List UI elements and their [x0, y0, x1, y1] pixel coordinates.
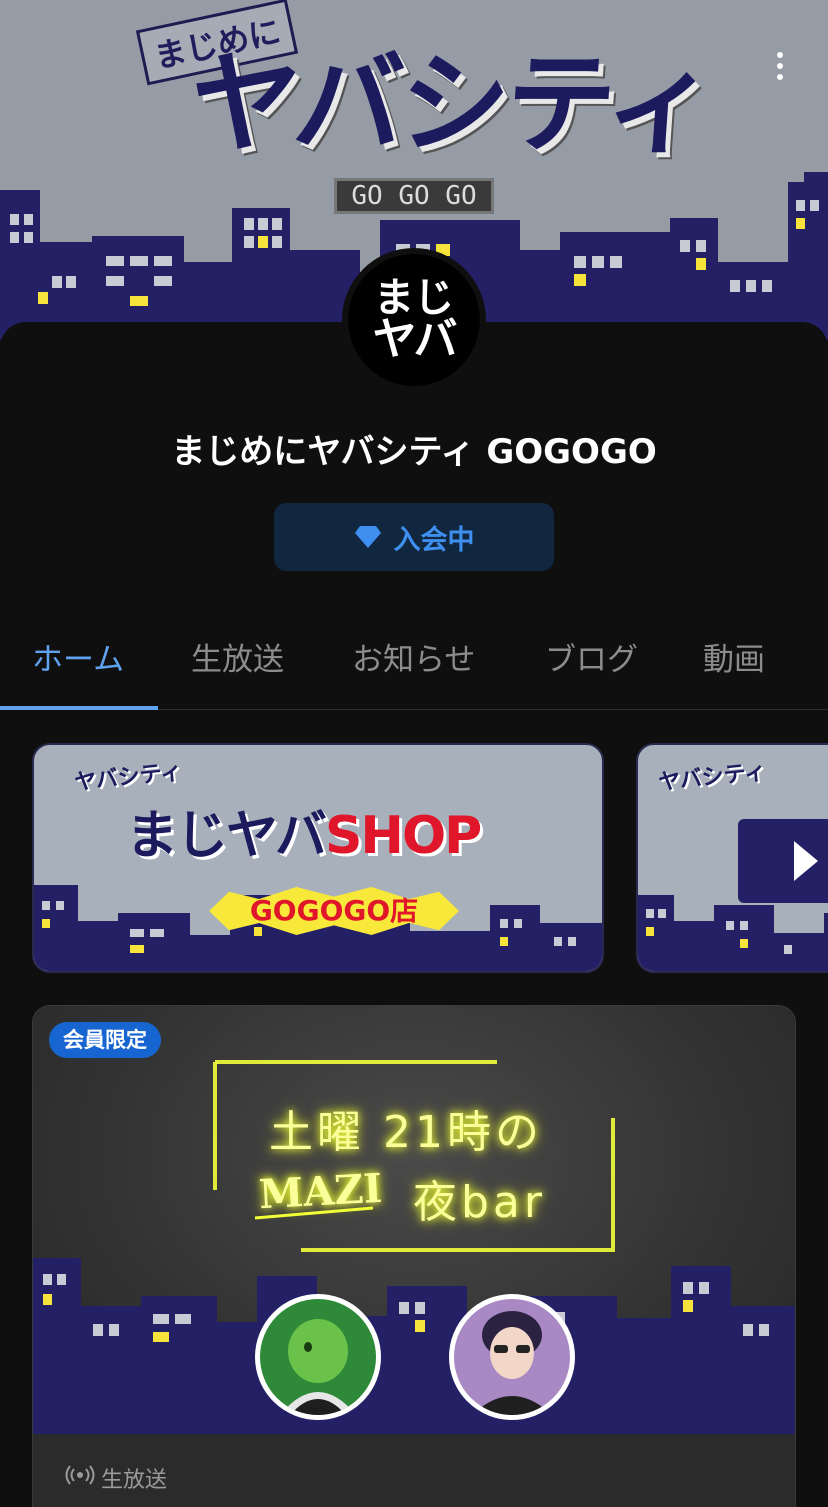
neon-title-line1: 土曜 21時の	[269, 1107, 543, 1158]
avatar-line2: ヤバ	[372, 314, 457, 365]
member-status-button[interactable]: 入会中	[274, 503, 554, 571]
host-avatar-green	[255, 1294, 381, 1420]
tab-home[interactable]: ホーム	[32, 634, 124, 679]
host-avatar-purple	[449, 1294, 575, 1420]
live-thumbnail: 会員限定 土曜 21時の MAZI 夜bar	[33, 1006, 795, 1434]
channel-title: まじめにヤバシティ GOGOGO	[171, 432, 657, 472]
avatar-logo: まじ ヤバ	[348, 254, 480, 386]
member-button-label: 入会中	[393, 524, 475, 556]
more-dot	[777, 74, 783, 80]
diamond-icon	[354, 526, 381, 548]
header-logo-main: ヤバシティ	[185, 40, 716, 168]
broadcast-icon	[65, 1465, 95, 1485]
more-vert-icon[interactable]	[766, 46, 794, 86]
neon-title-mazi: MAZI	[257, 1164, 384, 1219]
video-banner[interactable]: ヤバシティ	[636, 743, 828, 973]
shop-title-main: まじヤバ	[126, 806, 327, 866]
shop-banner[interactable]: ヤバシティ まじヤバSHOP GOGOGO店	[32, 743, 604, 973]
more-dot	[777, 63, 783, 69]
header-logo-sub: GO GO GO	[334, 178, 494, 214]
members-only-badge: 会員限定	[49, 1022, 161, 1058]
channel-tabs: ホーム 生放送 お知らせ ブログ 動画	[0, 612, 828, 710]
neon-title-line2: 夜bar	[413, 1177, 546, 1228]
live-status-label: 生放送	[101, 1468, 168, 1493]
tab-live[interactable]: 生放送	[191, 634, 284, 679]
live-card[interactable]: 会員限定 土曜 21時の MAZI 夜bar 生放送	[32, 1005, 796, 1507]
live-card-footer: 生放送	[33, 1434, 795, 1507]
shop-title: まじヤバSHOP	[126, 793, 482, 868]
channel-avatar: まじ ヤバ	[342, 248, 486, 392]
active-tab-indicator	[0, 706, 158, 710]
avatar-line1: まじ	[374, 275, 454, 321]
shop-title-shop: SHOP	[324, 806, 482, 866]
tab-news[interactable]: お知らせ	[352, 634, 475, 679]
more-dot	[777, 52, 783, 58]
tab-videos[interactable]: 動画	[703, 634, 765, 679]
tab-blog[interactable]: ブログ	[545, 634, 638, 679]
